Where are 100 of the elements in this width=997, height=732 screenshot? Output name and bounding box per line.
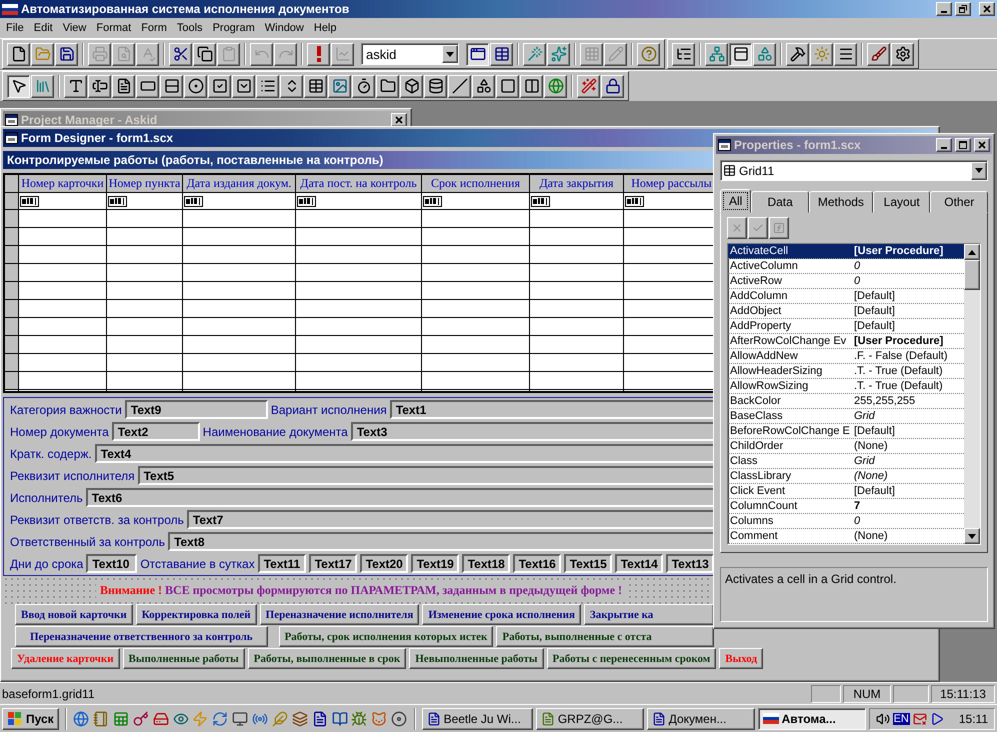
column-header[interactable]: Срок исполнения <box>422 175 529 193</box>
menu-item[interactable]: Help <box>308 22 342 34</box>
cancel-button[interactable] <box>727 217 747 240</box>
text-field[interactable]: Text1 <box>390 400 716 419</box>
toolbar-button[interactable] <box>466 42 489 66</box>
form-button[interactable]: Работы, срок исполнения которых истек <box>278 626 494 647</box>
language-indicator[interactable]: EN <box>892 712 910 724</box>
form-button[interactable]: Работы, выполненные в срок <box>248 648 406 669</box>
key-icon[interactable] <box>132 708 150 728</box>
menu-item[interactable]: View <box>58 22 92 34</box>
close-button[interactable] <box>979 2 995 16</box>
menu-item[interactable]: Window <box>260 22 309 34</box>
text-field[interactable]: Text15 <box>564 554 612 573</box>
mail-icon[interactable] <box>912 712 927 726</box>
column-header[interactable]: Номер пункта <box>107 175 182 193</box>
scroll-down-button[interactable] <box>964 528 980 544</box>
toolbar-button[interactable] <box>7 74 30 98</box>
tab[interactable]: All <box>720 189 752 214</box>
restore-button[interactable] <box>955 2 971 16</box>
bug-icon[interactable] <box>350 708 368 728</box>
tab[interactable]: Methods <box>808 191 873 214</box>
form-button[interactable]: Корректировка полей <box>136 604 257 625</box>
form-button[interactable]: Ввод новой карточки <box>15 604 133 625</box>
scrollbar[interactable] <box>964 244 980 544</box>
text-field[interactable]: Text10 <box>86 554 138 573</box>
speaker-icon[interactable] <box>876 712 890 726</box>
row-selector[interactable] <box>5 336 18 354</box>
project-combo[interactable]: askid <box>361 43 459 65</box>
text-field[interactable]: Text16 <box>512 554 561 573</box>
row-selector[interactable] <box>5 175 18 193</box>
column-header[interactable]: Дата закрытия <box>530 175 623 193</box>
tab[interactable]: Other <box>930 191 988 214</box>
object-combo[interactable]: Grid11 <box>720 160 988 182</box>
text-field[interactable]: Text18 <box>462 554 510 573</box>
form-button[interactable]: Закрытие ка <box>584 604 714 625</box>
start-button[interactable]: Пуск <box>2 708 59 730</box>
text-field[interactable]: Text7 <box>186 510 716 529</box>
minimize-button[interactable] <box>936 2 952 16</box>
column-header[interactable]: Номер карточки <box>19 175 106 193</box>
row-selector[interactable] <box>5 264 18 282</box>
taskbar-button[interactable]: GRPZ@G... <box>536 708 644 730</box>
close-button[interactable] <box>391 113 407 127</box>
dropdown-button[interactable] <box>442 45 458 63</box>
form-button[interactable]: Переназначение ответственного за контроль <box>15 626 268 647</box>
row-selector[interactable] <box>5 354 18 372</box>
row-selector[interactable] <box>5 318 18 336</box>
function-button[interactable] <box>769 217 789 240</box>
taskbar-button[interactable]: Beetle Ju Wi... <box>422 708 533 730</box>
disc-icon[interactable] <box>390 708 408 728</box>
accept-button[interactable] <box>748 217 768 240</box>
dropdown-button[interactable] <box>971 162 987 180</box>
row-selector[interactable] <box>5 372 18 390</box>
row-selector[interactable] <box>5 193 18 210</box>
text-field[interactable]: Text9 <box>124 400 268 419</box>
property-row[interactable]: ActivateCell [User Procedure] <box>728 244 964 260</box>
text-field[interactable]: Text4 <box>94 444 716 463</box>
play-icon[interactable] <box>930 712 944 726</box>
column-header[interactable]: Дата пост. на контроль <box>296 175 421 193</box>
menu-item[interactable]: Edit <box>28 22 58 34</box>
menu-item[interactable]: Program <box>208 22 260 34</box>
menu-item[interactable]: Form <box>136 22 172 34</box>
taskbar-button[interactable]: Докумен... <box>646 708 755 730</box>
row-selector[interactable] <box>5 300 18 318</box>
form-button[interactable]: Изменение срока исполнения <box>422 604 581 625</box>
row-selector[interactable] <box>5 210 18 228</box>
menu-item[interactable]: Tools <box>172 22 208 34</box>
document-icon[interactable] <box>311 708 328 728</box>
taskbar-button[interactable]: Автома... <box>758 708 866 730</box>
row-selector[interactable] <box>5 282 18 300</box>
globe-icon[interactable] <box>72 708 90 728</box>
close-button[interactable] <box>974 138 990 152</box>
minimize-button[interactable] <box>936 138 952 152</box>
toolbar-button[interactable] <box>729 42 752 66</box>
row-selector[interactable] <box>5 246 18 264</box>
text-field[interactable]: Text5 <box>138 466 716 485</box>
layers-icon[interactable] <box>291 708 308 728</box>
text-field[interactable]: Text14 <box>614 554 663 573</box>
text-field[interactable]: Text2 <box>112 422 200 441</box>
maximize-button[interactable] <box>955 138 971 152</box>
row-selector[interactable] <box>5 228 18 246</box>
tab[interactable]: Layout <box>872 191 930 214</box>
form-button[interactable]: Работы, выполненные с отста <box>496 626 714 647</box>
notebook-icon[interactable] <box>92 708 110 728</box>
scroll-up-button[interactable] <box>964 244 980 260</box>
menu-item[interactable]: File <box>1 22 29 34</box>
text-field[interactable]: Text13 <box>666 554 714 573</box>
form-button[interactable]: Переназначение исполнителя <box>260 604 420 625</box>
column-header[interactable]: Дата издания докум. <box>183 175 295 193</box>
text-field[interactable]: Text19 <box>410 554 459 573</box>
form-button[interactable]: Выполненные работы <box>122 648 245 669</box>
text-field[interactable]: Text8 <box>168 532 716 551</box>
tab[interactable]: Data <box>751 191 809 214</box>
text-field[interactable]: Text20 <box>360 554 408 573</box>
form-button[interactable]: Невыполненные работы <box>409 648 544 669</box>
text-field[interactable]: Text11 <box>258 554 306 573</box>
form-button[interactable]: Работы с перенесенным сроком <box>546 648 716 669</box>
menu-item[interactable]: Format <box>91 22 136 34</box>
scroll-thumb[interactable] <box>964 260 980 290</box>
text-field[interactable]: Text6 <box>86 488 716 507</box>
text-field[interactable]: Text17 <box>308 554 357 573</box>
